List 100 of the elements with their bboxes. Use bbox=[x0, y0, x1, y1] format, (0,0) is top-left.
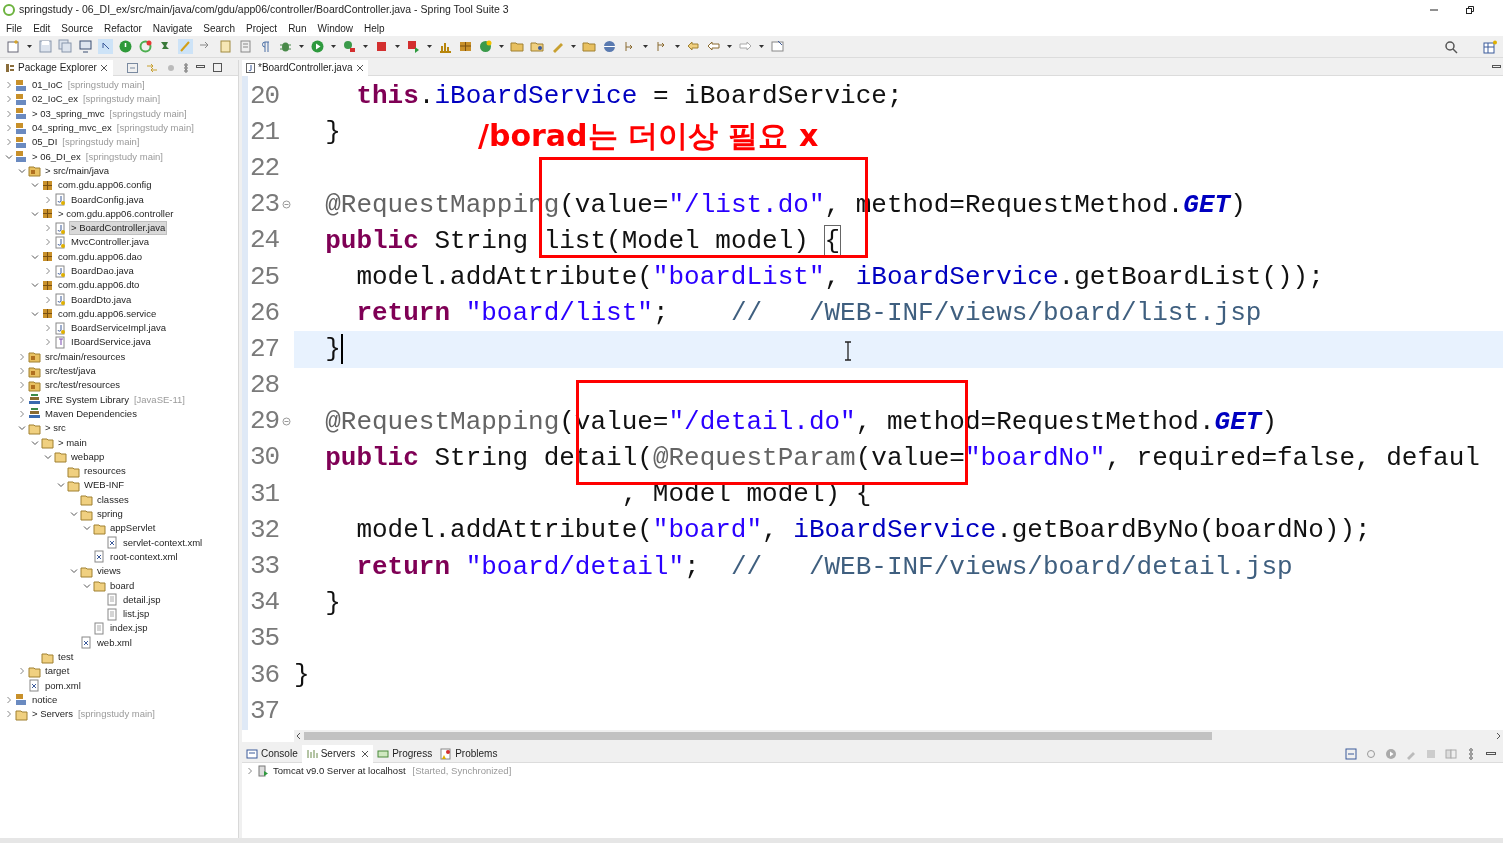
start-icon[interactable] bbox=[1385, 747, 1397, 760]
run-icon[interactable] bbox=[310, 39, 325, 54]
list-icon[interactable] bbox=[238, 39, 253, 54]
collapse-all-icon[interactable] bbox=[126, 62, 138, 73]
tree-item[interactable]: webapp bbox=[69, 449, 107, 464]
tree-item[interactable]: > main bbox=[56, 435, 89, 450]
tree-item[interactable]: appServlet bbox=[108, 521, 158, 536]
filter-icon[interactable] bbox=[165, 62, 176, 73]
tree-item[interactable]: com.gdu.app06.config bbox=[56, 178, 154, 193]
package-icon[interactable] bbox=[458, 39, 473, 54]
panel-tab[interactable]: Problems bbox=[436, 744, 502, 763]
tree-item[interactable]: spring bbox=[95, 507, 125, 522]
perspective-icon[interactable] bbox=[1483, 39, 1497, 54]
tree-item[interactable]: IBoardService.java bbox=[69, 335, 153, 350]
save-icon[interactable] bbox=[38, 39, 53, 54]
tree-item[interactable]: > 03_spring_mvc bbox=[30, 106, 107, 121]
tree-item[interactable]: src/main/resources bbox=[43, 349, 128, 364]
tree-item[interactable]: BoardServiceImpl.java bbox=[69, 321, 169, 336]
minimize-icon[interactable] bbox=[1492, 64, 1501, 71]
tree-item[interactable]: MvcController.java bbox=[69, 235, 152, 250]
menu-item[interactable]: Search bbox=[203, 20, 235, 36]
tree-item[interactable]: servlet-context.xml bbox=[121, 535, 205, 550]
tree-item[interactable]: 02_IoC_ex bbox=[30, 92, 80, 107]
tree-item[interactable]: test bbox=[56, 650, 76, 664]
tree-item[interactable]: com.gdu.app06.dao bbox=[56, 249, 144, 264]
tree-item[interactable]: index.jsp bbox=[108, 621, 150, 636]
external-tool-icon[interactable] bbox=[342, 39, 357, 54]
panel-tab[interactable]: Servers bbox=[301, 744, 374, 763]
power-icon[interactable] bbox=[118, 39, 133, 54]
globe-icon[interactable] bbox=[602, 39, 617, 54]
debug-icon[interactable] bbox=[1365, 747, 1377, 760]
tree-item[interactable]: target bbox=[43, 664, 72, 679]
document-icon[interactable] bbox=[218, 39, 233, 54]
tree-item[interactable]: pom.xml bbox=[43, 678, 83, 693]
tree-item[interactable]: BoardDto.java bbox=[69, 292, 134, 307]
collapse-icon[interactable] bbox=[282, 417, 291, 427]
package-explorer-tab[interactable]: Package Explorer bbox=[0, 59, 113, 76]
server-name[interactable]: Tomcat v9.0 Server at localhost bbox=[273, 763, 406, 779]
tree-item[interactable]: > com.gdu.app06.controller bbox=[56, 206, 176, 221]
pin-editor-icon[interactable] bbox=[770, 39, 785, 54]
tree-item[interactable]: Maven Dependencies bbox=[43, 406, 139, 421]
tree-item[interactable]: root-context.xml bbox=[108, 549, 180, 564]
maximize-icon[interactable] bbox=[212, 63, 222, 72]
menu-item[interactable]: Project bbox=[246, 20, 278, 36]
scrollbar-thumb[interactable] bbox=[304, 732, 1212, 740]
tree-item[interactable]: > Servers bbox=[30, 707, 75, 722]
tree-item[interactable]: > 06_DI_ex bbox=[30, 149, 83, 164]
editor-tab[interactable]: *BoardController.java bbox=[242, 59, 368, 76]
tree-item[interactable]: src/test/resources bbox=[43, 378, 122, 393]
menu-item[interactable]: Edit bbox=[33, 20, 51, 36]
tree-item[interactable]: 05_DI bbox=[30, 135, 60, 150]
tree-item[interactable]: 01_IoC bbox=[30, 78, 65, 93]
publish-icon[interactable] bbox=[1445, 747, 1457, 760]
tree-item[interactable]: JRE System Library bbox=[43, 392, 131, 407]
close-icon[interactable] bbox=[361, 749, 370, 758]
menu-item[interactable]: Navigate bbox=[152, 20, 193, 36]
tree-item[interactable]: > BoardController.java bbox=[69, 221, 168, 236]
restore-icon[interactable] bbox=[1465, 5, 1475, 15]
tree-item[interactable]: WEB-INF bbox=[82, 478, 127, 493]
tree-item[interactable]: com.gdu.app06.service bbox=[56, 306, 159, 321]
tree-item[interactable]: views bbox=[95, 564, 123, 579]
open-type-icon[interactable] bbox=[530, 39, 545, 54]
menu-item[interactable]: Help bbox=[364, 20, 385, 36]
refresh-icon[interactable] bbox=[138, 39, 153, 54]
tree-item[interactable]: com.gdu.app06.dto bbox=[56, 278, 142, 293]
tree-item[interactable]: src/test/java bbox=[43, 364, 98, 379]
brush-icon[interactable] bbox=[178, 39, 193, 54]
tree-item[interactable]: BoardDao.java bbox=[69, 264, 136, 278]
link-icon[interactable] bbox=[145, 62, 158, 73]
tree-item[interactable]: web.xml bbox=[95, 635, 134, 650]
tree-item[interactable]: resources bbox=[82, 464, 128, 479]
tree-item[interactable]: notice bbox=[30, 692, 60, 707]
view-menu-icon[interactable] bbox=[183, 62, 188, 73]
open-folder-icon[interactable] bbox=[510, 39, 525, 54]
menu-item[interactable]: Window bbox=[317, 20, 354, 36]
close-icon[interactable] bbox=[99, 63, 108, 72]
tree-item[interactable]: BoardConfig.java bbox=[69, 192, 146, 207]
search-icon[interactable] bbox=[1444, 39, 1458, 54]
collapse-icon[interactable] bbox=[282, 200, 291, 210]
menu-item[interactable]: Source bbox=[61, 20, 94, 36]
panel-tab[interactable]: Progress bbox=[373, 744, 437, 763]
close-icon[interactable] bbox=[355, 63, 364, 72]
tree-item[interactable]: classes bbox=[95, 492, 131, 507]
tree-item[interactable]: 04_spring_mvc_ex bbox=[30, 121, 114, 136]
menu-item[interactable]: File bbox=[6, 20, 23, 36]
tree-item[interactable]: > src/main/java bbox=[43, 163, 112, 178]
menu-item[interactable]: Run bbox=[288, 20, 307, 36]
new-file-icon[interactable] bbox=[6, 39, 21, 54]
tree-item[interactable]: board bbox=[108, 578, 137, 593]
minimize-icon[interactable] bbox=[195, 64, 205, 71]
save-all-icon[interactable] bbox=[58, 39, 73, 54]
menu-item[interactable]: Refactor bbox=[104, 20, 142, 36]
server-run-icon[interactable] bbox=[406, 39, 421, 54]
pointer-icon[interactable] bbox=[98, 39, 113, 54]
folder-icon[interactable] bbox=[582, 39, 597, 54]
monitor-icon[interactable] bbox=[78, 39, 93, 54]
tree-item[interactable]: list.jsp bbox=[121, 607, 152, 622]
code-editor[interactable] bbox=[242, 76, 1503, 730]
tree-item[interactable]: > src bbox=[43, 421, 68, 436]
panel-tab[interactable]: Console bbox=[242, 744, 302, 763]
